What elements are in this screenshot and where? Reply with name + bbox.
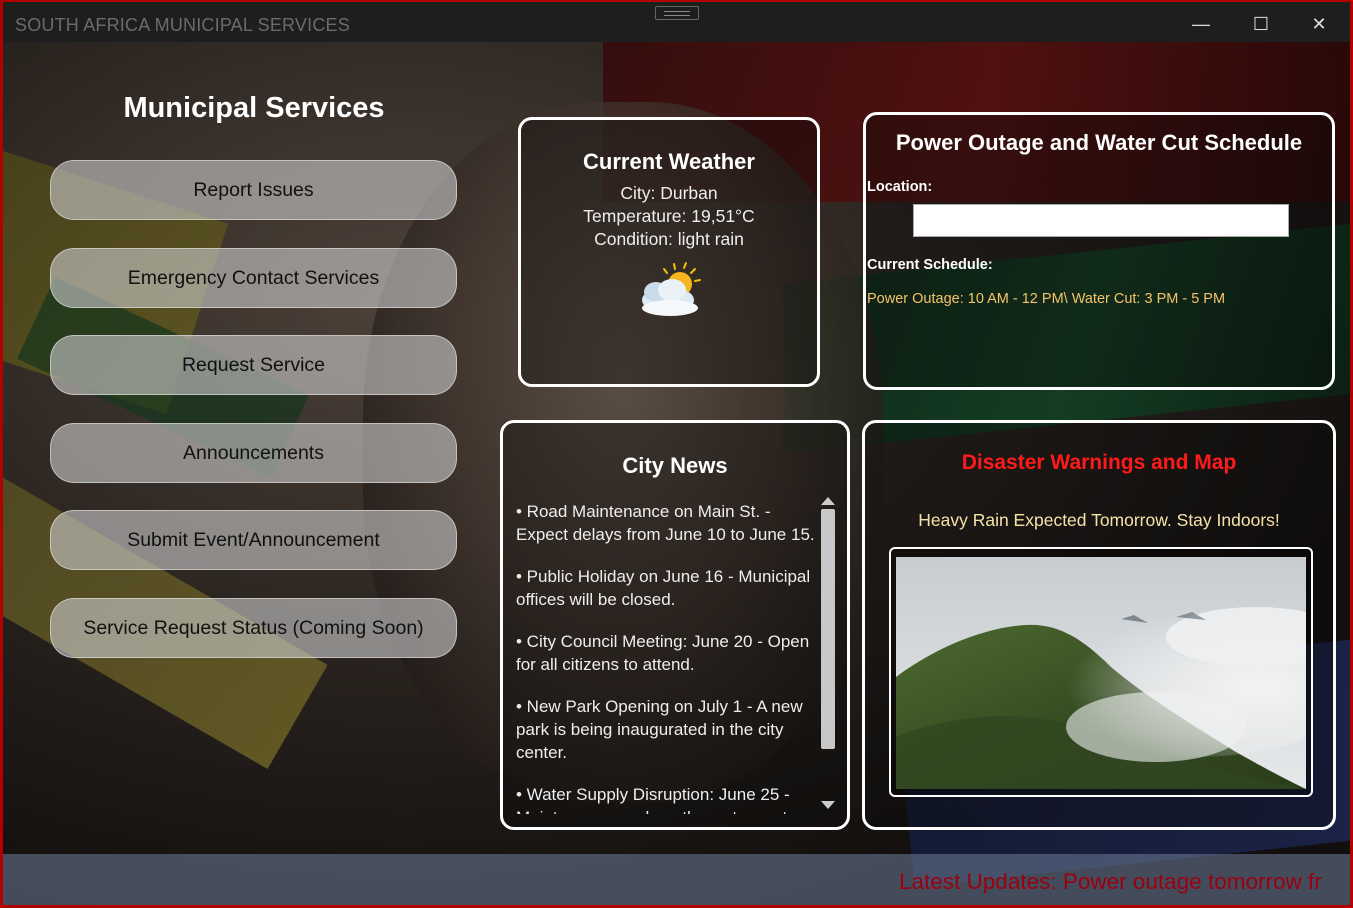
sidebar-title: Municipal Services (123, 92, 385, 124)
service-request-status-button[interactable]: Service Request Status (Coming Soon) (50, 598, 457, 658)
ticker-text: Latest Updates: Power outage tomorrow fr (899, 869, 1322, 894)
city-news-title: City News (622, 453, 728, 478)
weather-city: City: Durban (620, 183, 718, 203)
disaster-panel: Disaster Warnings and Map Heavy Rain Exp… (862, 420, 1336, 830)
app-window: SOUTH AFRICA MUNICIPAL SERVICES — ☐ ✕ Mu… (0, 0, 1353, 908)
drag-grip-icon[interactable] (655, 6, 699, 20)
current-schedule-label: Current Schedule: (867, 257, 993, 273)
request-service-button[interactable]: Request Service (50, 335, 457, 395)
location-input[interactable] (913, 204, 1289, 237)
map-image (896, 557, 1306, 789)
weather-temperature: Temperature: 19,51°C (583, 206, 755, 226)
report-issues-button[interactable]: Report Issues (50, 160, 457, 220)
weather-title: Current Weather (583, 149, 755, 174)
window-title: SOUTH AFRICA MUNICIPAL SERVICES (15, 15, 350, 35)
scroll-down-icon[interactable] (821, 801, 835, 809)
news-item: • Water Supply Disruption: June 25 - Mai… (516, 785, 811, 814)
close-button[interactable]: ✕ (1299, 10, 1339, 38)
news-list[interactable]: • Road Maintenance on Main St. - Expect … (516, 500, 819, 814)
maximize-button[interactable]: ☐ (1241, 10, 1281, 38)
news-item: • Public Holiday on June 16 - Municipal … (516, 567, 811, 609)
weather-panel: Current Weather City: Durban Temperature… (518, 117, 820, 387)
submit-event-button[interactable]: Submit Event/Announcement (50, 510, 457, 570)
city-news-panel: City News • Road Maintenance on Main St.… (500, 420, 850, 830)
disaster-title: Disaster Warnings and Map (961, 451, 1237, 474)
power-outage-panel: Power Outage and Water Cut Schedule Loca… (863, 112, 1335, 390)
title-bar[interactable]: SOUTH AFRICA MUNICIPAL SERVICES — ☐ ✕ (3, 2, 1350, 42)
schedule-text: Power Outage: 10 AM - 12 PM\ Water Cut: … (867, 291, 1226, 307)
location-label: Location: (867, 179, 933, 195)
power-outage-title: Power Outage and Water Cut Schedule (895, 130, 1303, 155)
news-ticker: Latest Updates: Power outage tomorrow fr (3, 854, 1350, 905)
announcements-button[interactable]: Announcements (50, 423, 457, 483)
scroll-thumb[interactable] (821, 509, 835, 749)
minimize-button[interactable]: — (1181, 10, 1221, 38)
scroll-up-icon[interactable] (821, 497, 835, 505)
sun-behind-cloud-icon (642, 262, 701, 316)
news-item: • New Park Opening on July 1 - A new par… (516, 697, 803, 762)
map-frame[interactable] (889, 547, 1313, 797)
emergency-contact-button[interactable]: Emergency Contact Services (50, 248, 457, 308)
news-item: • Road Maintenance on Main St. - Expect … (516, 502, 815, 544)
main-content: Municipal Services Report Issues Emergen… (3, 42, 1350, 905)
news-item: • City Council Meeting: June 20 - Open f… (516, 632, 810, 674)
weather-condition: Condition: light rain (594, 229, 744, 249)
disaster-warning: Heavy Rain Expected Tomorrow. Stay Indoo… (918, 510, 1280, 530)
news-scrollbar[interactable] (819, 495, 837, 811)
